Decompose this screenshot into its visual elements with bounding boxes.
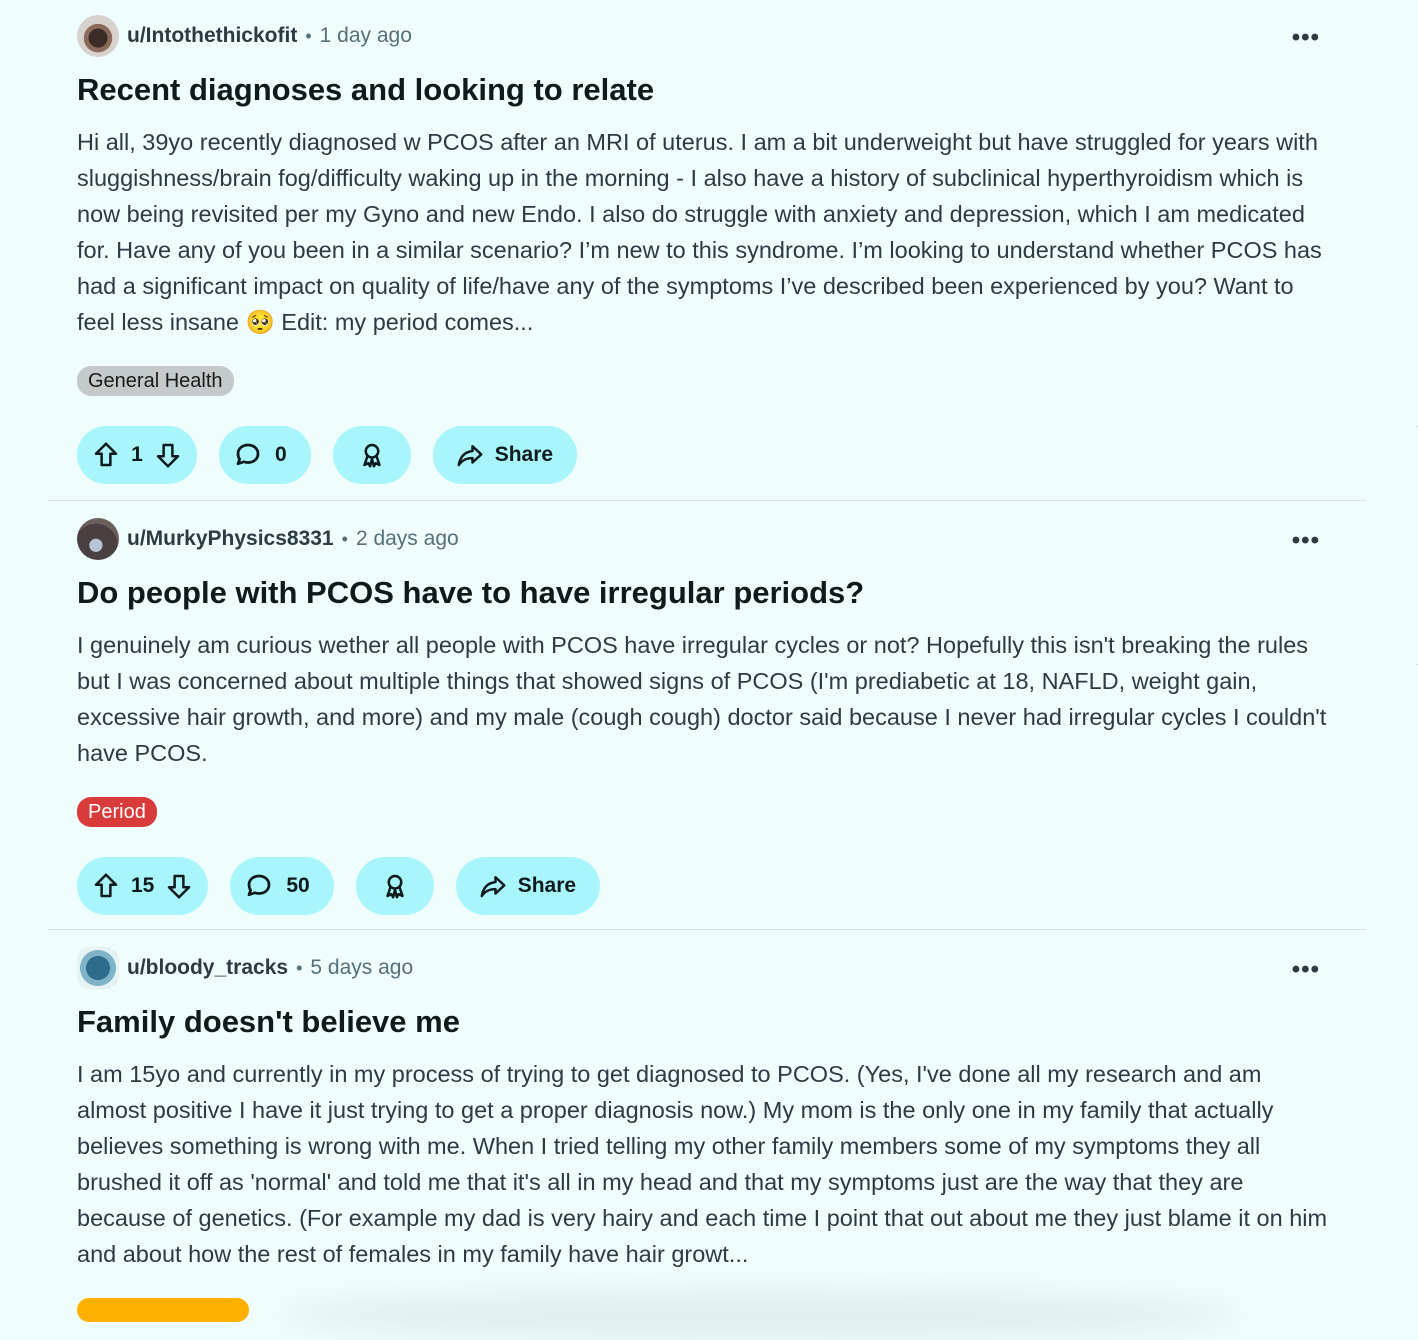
post-meta: u/Intothethickofit • 1 day ago •••	[48, 12, 1366, 60]
post-card[interactable]: u/Intothethickofit • 1 day ago ••• Recen…	[48, 0, 1366, 500]
avatar[interactable]	[77, 947, 119, 989]
more-options-icon[interactable]: •••	[1292, 24, 1320, 52]
comment-icon	[236, 443, 260, 466]
post-body[interactable]: I genuinely am curious wether all people…	[48, 627, 1366, 771]
post-actions: 1 0 Share	[48, 426, 1366, 484]
post-flair[interactable]: General Health	[77, 366, 234, 396]
share-label: Share	[517, 874, 577, 897]
more-options-icon[interactable]: •••	[1292, 527, 1320, 555]
overlay-shadow	[280, 1290, 1240, 1340]
post-flair[interactable]	[77, 1298, 249, 1322]
post-title[interactable]: Recent diagnoses and looking to relate	[48, 70, 1366, 110]
share-icon	[480, 876, 506, 898]
vote-group: 1	[77, 426, 197, 484]
post-time: 5 days ago	[310, 956, 414, 979]
vote-group: 15	[77, 857, 209, 915]
avatar[interactable]	[77, 518, 119, 560]
comment-icon	[247, 874, 271, 897]
award-icon	[385, 874, 404, 899]
post-username[interactable]: u/Intothethickofit	[127, 24, 297, 48]
more-options-icon[interactable]: •••	[1292, 956, 1320, 984]
award-button[interactable]	[355, 857, 434, 915]
award-button[interactable]	[332, 426, 411, 484]
post-body[interactable]: Hi all, 39yo recently diagnosed w PCOS a…	[48, 124, 1366, 340]
post-time: 1 day ago	[319, 24, 412, 47]
separator-dot: •	[305, 25, 312, 46]
downvote-icon[interactable]	[164, 871, 194, 901]
post-meta: u/MurkyPhysics8331 • 2 days ago •••	[48, 515, 1366, 563]
comment-count: 0	[275, 443, 287, 466]
share-button[interactable]: Share	[432, 426, 578, 484]
upvote-icon[interactable]	[91, 871, 121, 901]
post-title[interactable]: Family doesn't believe me	[48, 1002, 1366, 1042]
post-feed: u/Intothethickofit • 1 day ago ••• Recen…	[48, 0, 1366, 1330]
comment-count: 50	[286, 874, 310, 897]
post-card[interactable]: u/bloody_tracks • 5 days ago ••• Family …	[48, 929, 1366, 1330]
post-card[interactable]: u/MurkyPhysics8331 • 2 days ago ••• Do p…	[48, 500, 1366, 929]
share-icon	[457, 445, 483, 467]
post-username[interactable]: u/bloody_tracks	[127, 956, 288, 980]
share-label: Share	[494, 443, 554, 466]
separator-dot: •	[341, 528, 348, 549]
comments-button[interactable]: 0	[219, 426, 311, 484]
post-body[interactable]: I am 15yo and currently in my process of…	[48, 1056, 1366, 1272]
post-meta: u/bloody_tracks • 5 days ago •••	[48, 944, 1366, 992]
separator-dot: •	[296, 957, 303, 978]
vote-count: 1	[131, 443, 143, 466]
avatar[interactable]	[77, 15, 119, 57]
post-actions: 15 50 Share	[48, 857, 1366, 915]
vote-count: 15	[131, 874, 155, 897]
post-title[interactable]: Do people with PCOS have to have irregul…	[48, 573, 1366, 613]
post-time: 2 days ago	[355, 527, 459, 550]
post-flair[interactable]: Period	[77, 797, 157, 827]
share-button[interactable]: Share	[455, 857, 601, 915]
upvote-icon[interactable]	[91, 440, 121, 470]
comments-button[interactable]: 50	[230, 857, 334, 915]
post-username[interactable]: u/MurkyPhysics8331	[127, 527, 334, 551]
award-icon	[362, 443, 381, 468]
downvote-icon[interactable]	[153, 440, 183, 470]
